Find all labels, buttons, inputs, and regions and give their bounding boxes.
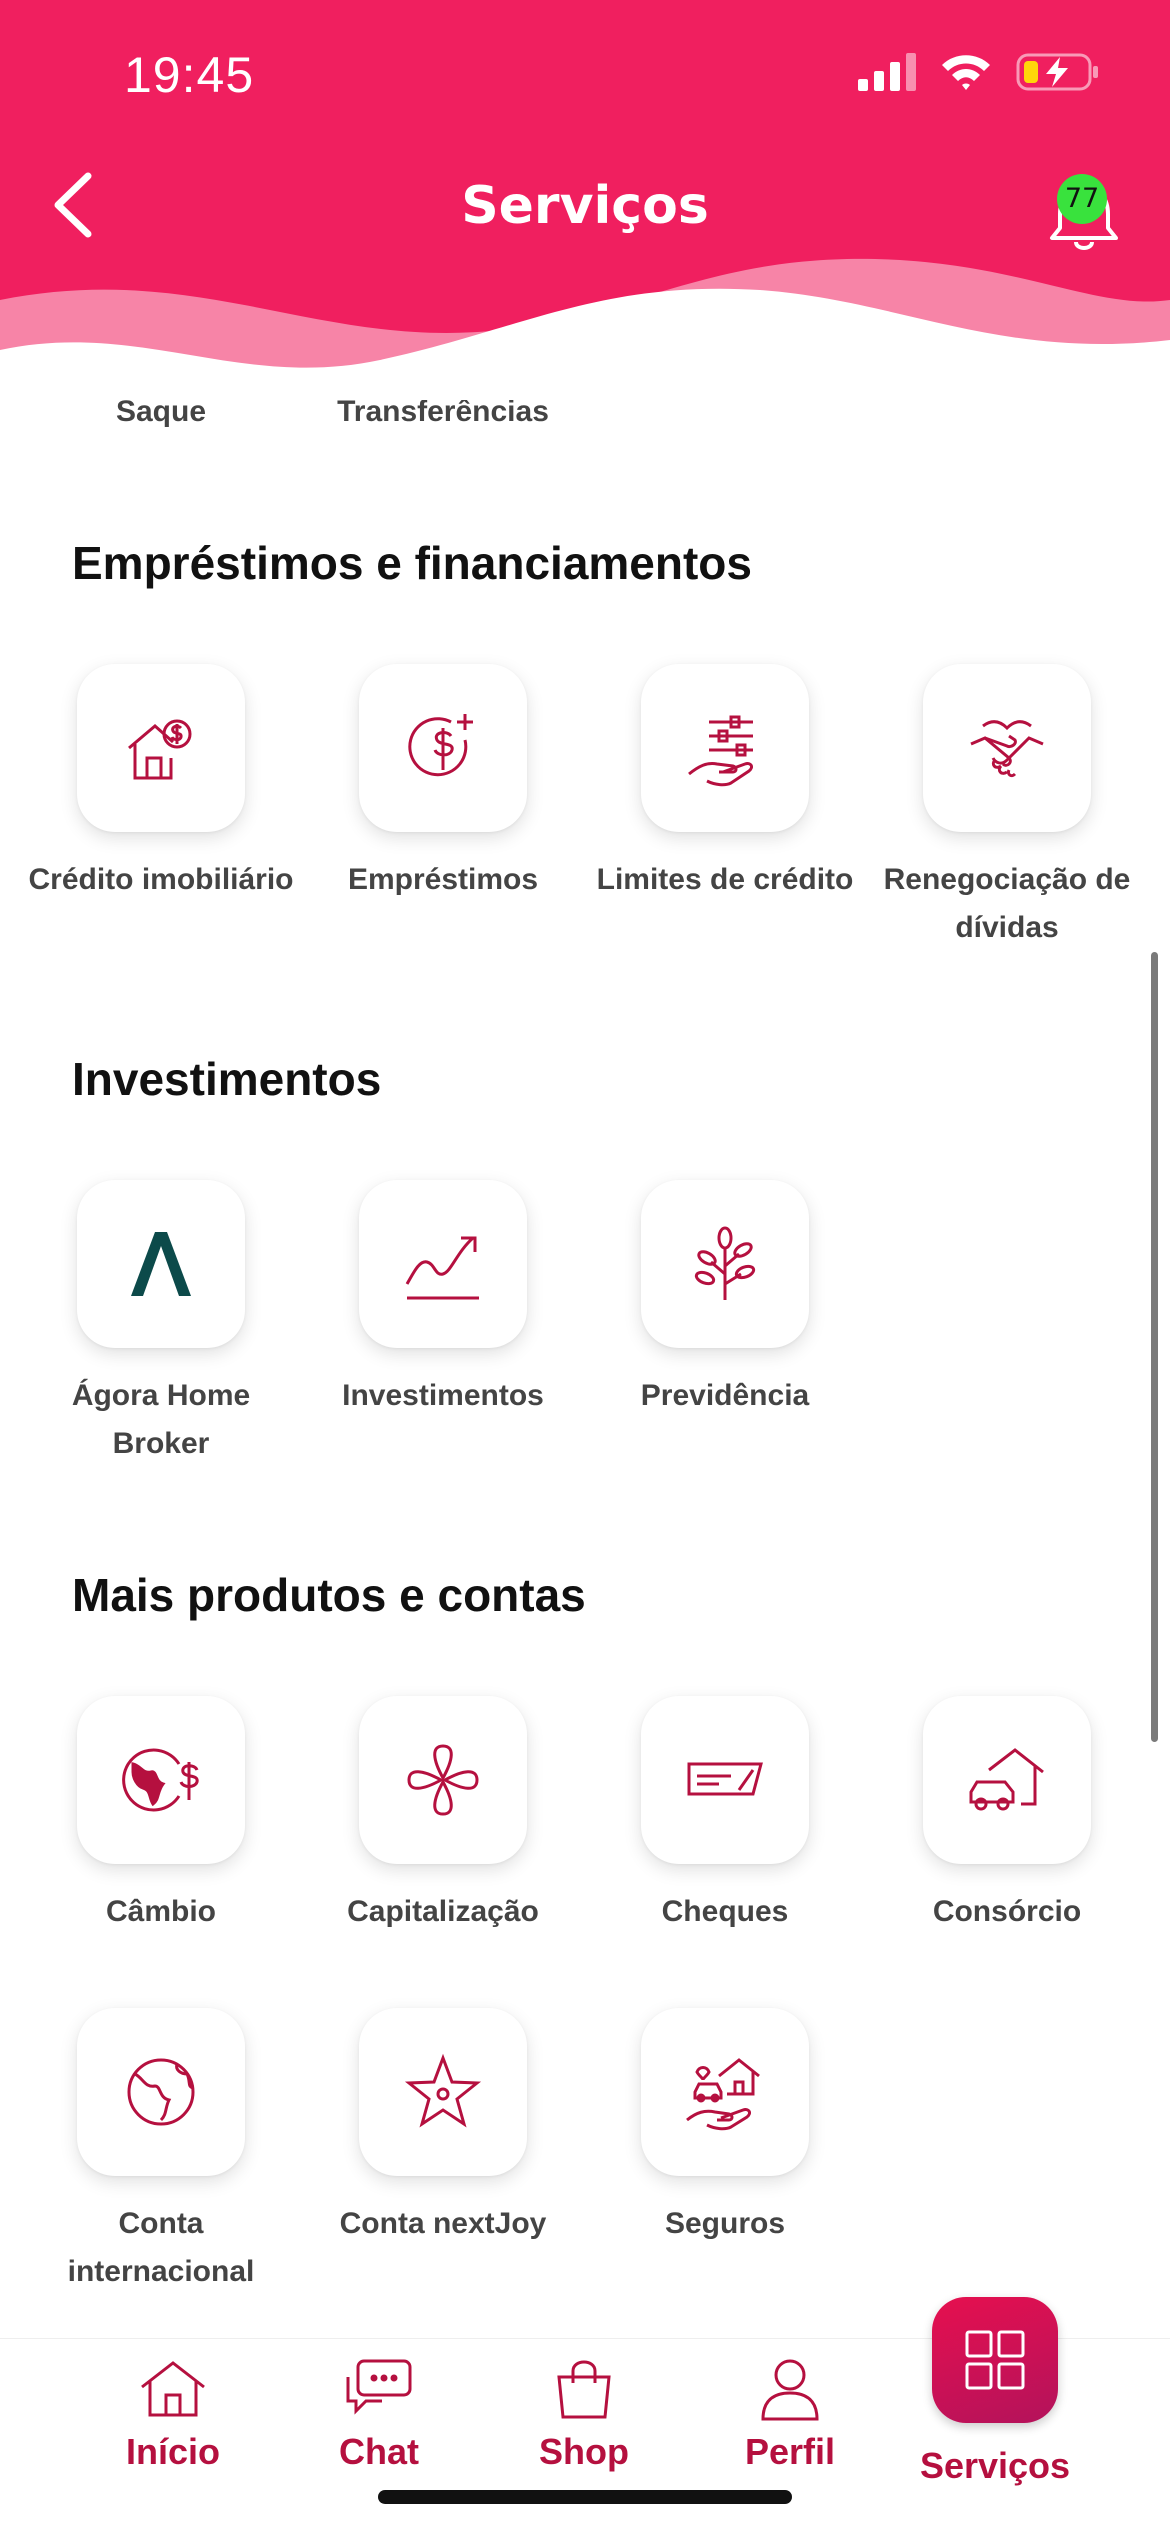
service-limites-credito[interactable]: Limites de crédito — [584, 664, 866, 904]
service-icon-box — [641, 1180, 809, 1348]
page-title: Serviços — [461, 176, 709, 236]
service-icon-box — [923, 664, 1091, 832]
tab-perfil[interactable]: Perfil — [700, 2357, 880, 2473]
service-icon-box — [77, 1180, 245, 1348]
section-title-investimentos: Investimentos — [72, 1053, 382, 1105]
tree-icon — [694, 1226, 756, 1300]
service-icon-box — [923, 1696, 1091, 1864]
app-header: 19:45 Serviços 77 — [0, 0, 1170, 400]
scrollbar[interactable] — [1151, 952, 1158, 1742]
service-icon-box — [359, 1180, 527, 1348]
service-emprestimos[interactable]: Empréstimos — [302, 664, 584, 904]
service-label: Ágora Home Broker — [71, 1379, 251, 1460]
agora-logo-icon — [131, 1232, 191, 1296]
globe-dollar-icon — [122, 1748, 199, 1812]
service-consorcio[interactable]: Consórcio — [866, 1696, 1148, 1936]
service-icon-box — [641, 2008, 809, 2176]
battery-charging-icon — [1016, 53, 1098, 91]
service-label: Crédito imobiliário — [28, 863, 294, 896]
person-icon — [761, 2359, 819, 2421]
service-conta-nextjoy[interactable]: Conta nextJoy — [302, 2008, 584, 2248]
tab-servicos-label[interactable]: Serviços — [905, 2445, 1085, 2487]
hand-house-car-icon — [686, 2058, 760, 2131]
service-label: Seguros — [664, 2207, 786, 2240]
service-seguros[interactable]: Seguros — [584, 2008, 866, 2248]
tab-chat[interactable]: Chat — [289, 2357, 469, 2473]
tab-label: Início — [125, 2431, 220, 2472]
tab-label: Shop — [539, 2431, 629, 2472]
service-icon-box — [641, 664, 809, 832]
service-label: Previdência — [640, 1379, 810, 1412]
globe-icon — [127, 2058, 195, 2126]
home-indicator — [378, 2490, 792, 2504]
service-icon-box — [77, 2008, 245, 2176]
handshake-icon — [970, 720, 1044, 778]
service-investimentos[interactable]: Investimentos — [302, 1180, 584, 1420]
shopping-bag-icon — [557, 2360, 611, 2419]
notification-badge: 77 — [1057, 174, 1107, 224]
section-title-emprestimos: Empréstimos e financiamentos — [72, 537, 752, 589]
hand-sliders-icon — [688, 715, 754, 787]
service-agora-home-broker[interactable]: Ágora Home Broker — [20, 1180, 302, 1468]
service-cambio[interactable]: Câmbio — [20, 1696, 302, 1936]
star-icon — [404, 2053, 482, 2128]
dollar-plus-icon — [408, 714, 473, 777]
service-conta-internacional[interactable]: Conta internacional — [20, 2008, 302, 2296]
service-credito-imobiliario[interactable]: Crédito imobiliário — [20, 664, 302, 904]
service-icon-box — [641, 1696, 809, 1864]
status-icons — [858, 52, 1100, 92]
cheque-icon — [687, 1762, 763, 1796]
clover-icon — [407, 1744, 479, 1816]
home-icon — [141, 2361, 205, 2417]
service-label: Limites de crédito — [596, 863, 854, 896]
service-label: Empréstimos — [347, 863, 539, 896]
service-icon-box — [359, 664, 527, 832]
service-label: Conta nextJoy — [339, 2207, 547, 2240]
service-label: Cheques — [661, 1895, 789, 1928]
service-label: Investimentos — [342, 1379, 544, 1412]
cellular-signal-icon — [858, 53, 916, 91]
service-previdencia[interactable]: Previdência — [584, 1180, 866, 1420]
service-icon-box — [77, 664, 245, 832]
status-time: 19:45 — [124, 47, 255, 103]
service-icon-box — [359, 2008, 527, 2176]
chat-icon — [346, 2359, 412, 2415]
service-label: Conta internacional — [67, 2207, 255, 2288]
house-car-icon — [969, 1748, 1044, 1811]
service-icon-box — [77, 1696, 245, 1864]
service-renegociacao-dividas[interactable]: Renegociação de dívidas — [866, 664, 1148, 952]
header-wave — [0, 258, 1170, 400]
tab-label: Perfil — [744, 2431, 836, 2472]
service-label: Renegociação de dívidas — [883, 863, 1131, 944]
service-icon-box — [359, 1696, 527, 1864]
tab-inicio[interactable]: Início — [83, 2357, 263, 2473]
section-title-mais-produtos: Mais produtos e contas — [72, 1569, 586, 1621]
service-capitalizacao[interactable]: Capitalização — [302, 1696, 584, 1936]
service-label: Câmbio — [105, 1895, 216, 1928]
grid-icon — [965, 2330, 1025, 2390]
trend-chart-icon — [405, 1236, 479, 1300]
wifi-icon — [942, 55, 990, 90]
tab-servicos-button[interactable] — [932, 2297, 1058, 2423]
tab-shop[interactable]: Shop — [494, 2357, 674, 2473]
tab-label: Chat — [339, 2431, 419, 2472]
service-label: Consórcio — [932, 1895, 1082, 1928]
service-cheques[interactable]: Cheques — [584, 1696, 866, 1936]
service-label: Capitalização — [347, 1895, 539, 1928]
house-dollar-icon — [128, 719, 192, 780]
